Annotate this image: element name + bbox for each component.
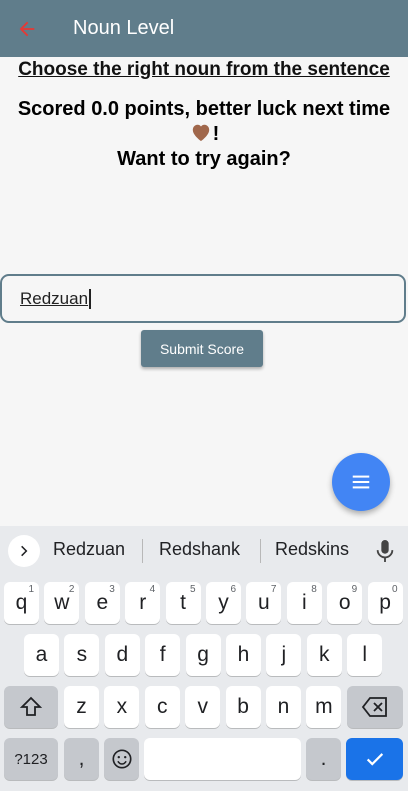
app-title: Noun Level <box>73 17 175 39</box>
app-bar: Noun Level <box>0 0 408 57</box>
key-n[interactable]: n <box>266 686 301 728</box>
brown-heart-icon <box>192 124 209 142</box>
key-y[interactable]: y6 <box>206 582 241 624</box>
key-z[interactable]: z <box>64 686 99 728</box>
comma-key[interactable]: , <box>64 738 99 780</box>
name-input-value: Redzuan <box>20 288 89 308</box>
key-f[interactable]: f <box>145 634 181 676</box>
key-label: o <box>338 591 351 614</box>
back-arrow-icon <box>19 21 35 36</box>
name-input[interactable]: Redzuan <box>0 274 406 323</box>
shift-key[interactable] <box>4 686 58 728</box>
retry-prompt: Want to try again? <box>117 148 291 170</box>
key-r[interactable]: r4 <box>125 582 161 624</box>
key-s[interactable]: s <box>64 634 100 676</box>
suggestion-divider <box>260 539 261 563</box>
key-w[interactable]: w2 <box>44 582 80 624</box>
key-j[interactable]: j <box>266 634 302 676</box>
chevron-right-icon <box>21 545 28 557</box>
submit-score-button[interactable]: Submit Score <box>141 330 263 367</box>
key-q[interactable]: q1 <box>4 582 39 624</box>
key-u[interactable]: u7 <box>246 582 282 624</box>
key-h[interactable]: h <box>226 634 261 676</box>
instruction-heading: Choose the right noun from the sentence <box>18 59 390 80</box>
suggestion-divider <box>142 539 143 563</box>
suggestion-bar: Redzuan Redshank Redskins <box>0 526 408 576</box>
key-d[interactable]: d <box>104 634 140 676</box>
key-e[interactable]: e3 <box>84 582 120 624</box>
key-b[interactable]: b <box>225 686 261 728</box>
key-label: i <box>301 591 307 614</box>
key-label: p <box>379 591 391 614</box>
key-number-hint: 5 <box>190 584 196 595</box>
key-number-hint: 8 <box>311 584 317 595</box>
result-message: Scored 0.0 points, better luck next time… <box>0 97 408 172</box>
score-text: Scored 0.0 points, better luck next time <box>17 98 391 120</box>
key-label: e <box>96 591 109 614</box>
key-o[interactable]: o9 <box>327 582 363 624</box>
key-label: u <box>258 591 270 614</box>
key-number-hint: 4 <box>149 584 156 595</box>
backspace-icon <box>361 697 387 717</box>
exclaim: ! <box>212 123 220 145</box>
microphone-icon[interactable] <box>374 538 396 564</box>
menu-fab-button[interactable] <box>332 453 390 511</box>
key-t[interactable]: t5 <box>165 582 201 624</box>
symbols-key[interactable]: ?123 <box>4 738 58 780</box>
key-number-hint: 9 <box>351 584 358 595</box>
key-number-hint: 7 <box>270 584 277 595</box>
suggestion-2[interactable]: Redshank <box>159 539 240 560</box>
key-l[interactable]: l <box>347 634 383 676</box>
checkmark-icon <box>366 753 383 766</box>
key-number-hint: 6 <box>230 584 236 595</box>
suggestion-3[interactable]: Redskins <box>275 539 349 560</box>
key-label: w <box>54 591 70 614</box>
emoji-icon <box>111 749 132 769</box>
menu-icon <box>352 475 370 489</box>
back-button[interactable] <box>0 0 54 57</box>
key-label: r <box>139 591 147 614</box>
shift-icon <box>19 696 43 716</box>
key-label: q <box>15 591 28 614</box>
key-a[interactable]: a <box>24 634 59 676</box>
key-label: y <box>218 591 229 614</box>
key-number-hint: 3 <box>109 584 115 595</box>
period-key[interactable]: . <box>306 738 341 780</box>
key-x[interactable]: x <box>104 686 140 728</box>
key-c[interactable]: c <box>144 686 180 728</box>
enter-key[interactable] <box>346 738 403 780</box>
key-number-hint: 1 <box>28 584 34 595</box>
key-g[interactable]: g <box>185 634 221 676</box>
space-key[interactable] <box>144 738 301 780</box>
suggestion-1[interactable]: Redzuan <box>53 539 125 560</box>
key-label: t <box>180 591 187 614</box>
text-cursor <box>89 288 91 309</box>
key-m[interactable]: m <box>306 686 342 728</box>
key-number-hint: 0 <box>392 584 398 595</box>
backspace-key[interactable] <box>347 686 403 728</box>
soft-keyboard: Redzuan Redshank Redskins q1w2e3r4t5y6u7… <box>0 526 408 791</box>
key-p[interactable]: p0 <box>367 582 403 624</box>
key-number-hint: 2 <box>68 584 75 595</box>
key-i[interactable]: i8 <box>286 582 322 624</box>
emoji-key[interactable] <box>104 738 139 780</box>
key-v[interactable]: v <box>185 686 221 728</box>
expand-suggestions-button[interactable] <box>8 535 40 567</box>
key-k[interactable]: k <box>306 634 342 676</box>
